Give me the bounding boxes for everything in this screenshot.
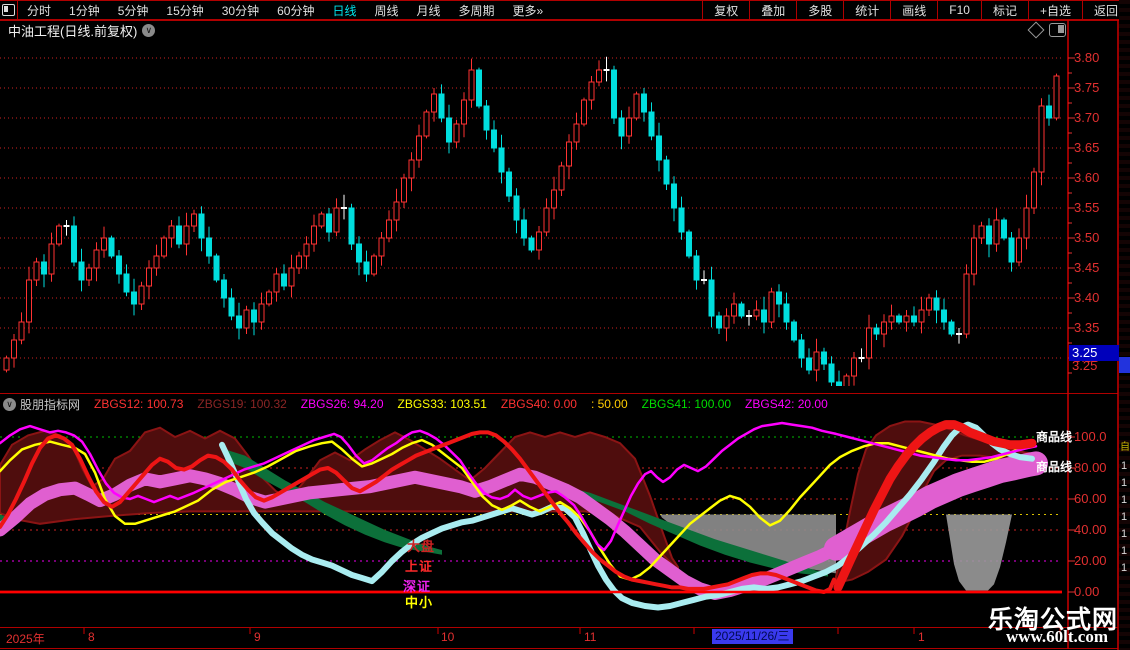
indicator-label-60: 60.00 xyxy=(1074,491,1107,506)
indicator-param-8: ZBGS42: 20.00 xyxy=(745,397,828,411)
indicator-label-80: 80.00 xyxy=(1074,460,1107,475)
period-tab-6[interactable]: 60分钟 xyxy=(268,2,323,19)
price-label-3.35: 3.35 xyxy=(1074,320,1100,335)
strip-digit-1: 1 xyxy=(1121,460,1128,472)
indicator-param-1: ZBGS12: 100.73 xyxy=(94,397,184,411)
window-layout-icon[interactable] xyxy=(0,1,18,19)
strip-digit-5: 1 xyxy=(1121,528,1128,540)
indicator-params: ZBGS12: 100.73 ZBGS19: 100.32 ZBGS26: 94.2… xyxy=(80,397,828,411)
indicator-param-4: ZBGS33: 103.51 xyxy=(397,397,487,411)
indicator-label-100: 100.0 xyxy=(1074,429,1107,444)
date-label-5: 11 xyxy=(584,630,597,644)
index-annotation-1: 大盘 xyxy=(407,539,436,554)
trading-app-window: 分时 1分钟 5分钟 15分钟 30分钟 60分钟 日线 周线 月线 多周期 更多» 复权 叠加 多股统… xyxy=(0,0,1130,650)
strip-digit-7: 1 xyxy=(1121,562,1128,574)
title-right-icons xyxy=(1027,21,1066,39)
toolbar-button-7[interactable]: 标记 xyxy=(980,1,1028,19)
price-label-3.65: 3.65 xyxy=(1074,140,1100,155)
period-tab-11[interactable]: 更多» xyxy=(504,2,553,19)
toolbar-button-1[interactable]: 复权 xyxy=(702,1,749,19)
period-tab-2[interactable]: 1分钟 xyxy=(60,2,109,19)
price-label-3.70: 3.70 xyxy=(1074,110,1100,125)
toolbar-button-8[interactable]: +自选 xyxy=(1027,1,1082,19)
right-side-strip[interactable]: 自 1 1 1 1 1 1 1 xyxy=(1119,0,1130,650)
indicator-param-3: ZBGS26: 94.20 xyxy=(300,397,384,411)
period-tab-1[interactable]: 分时 xyxy=(18,2,60,19)
chart-title-row: 中油工程(日线.前复权) ∨ xyxy=(0,21,1068,39)
period-tab-10[interactable]: 多周期 xyxy=(450,2,504,19)
indicator-param-5: ZBGS40: 0.00 xyxy=(500,397,577,411)
date-label-2: 8 xyxy=(88,630,95,644)
date-label-6: 1 xyxy=(918,630,925,644)
date-label-3: 9 xyxy=(254,630,261,644)
strip-digit-3: 1 xyxy=(1121,494,1128,506)
candlestick-series xyxy=(3,56,1060,386)
toolbar-button-6[interactable]: F10 xyxy=(937,1,981,19)
indicator-param-6: : 50.00 xyxy=(590,397,628,411)
toolbar-button-2[interactable]: 叠加 xyxy=(749,1,796,19)
indicator-label-40: 40.00 xyxy=(1074,522,1107,537)
current-price-badge: 3.25 xyxy=(1069,345,1121,361)
period-tab-7[interactable]: 日线 xyxy=(323,2,365,19)
toolbar-button-3[interactable]: 多股 xyxy=(796,1,843,19)
chevron-down-icon[interactable]: ∨ xyxy=(142,23,156,37)
highlighted-date-label: 2025/11/26/三 xyxy=(712,629,793,644)
toolbar-button-4[interactable]: 统计 xyxy=(843,1,890,19)
series-right-label-1: 商品线 xyxy=(1036,430,1073,444)
period-tab-9[interactable]: 月线 xyxy=(408,2,450,19)
index-annotation-2: 上证 xyxy=(405,559,434,574)
indicator-param-2: ZBGS19: 100.32 xyxy=(197,397,287,411)
period-tab-5[interactable]: 30分钟 xyxy=(213,2,268,19)
index-annotation-4: 中小 xyxy=(405,595,434,610)
price-label-3.60: 3.60 xyxy=(1074,170,1100,185)
strip-highlight-block xyxy=(1119,357,1130,373)
series-right-label-2: 商品线 xyxy=(1036,460,1073,474)
strip-digit-6: 1 xyxy=(1121,545,1128,557)
indicator-header: ∨ 股朋指标网 ZBGS12: 100.73 ZBGS19: 100.32 ZBGS… xyxy=(0,396,1068,412)
strip-digit-4: 1 xyxy=(1121,511,1128,523)
date-label-4: 10 xyxy=(441,630,455,644)
period-tab-4[interactable]: 15分钟 xyxy=(157,2,212,19)
period-toolbar: 分时 1分钟 5分钟 15分钟 30分钟 60分钟 日线 周线 月线 多周期 更多» xyxy=(0,1,552,19)
date-label-1: 2025年 xyxy=(6,632,45,646)
indicator-label-20: 20.00 xyxy=(1074,553,1107,568)
price-label-3.80: 3.80 xyxy=(1074,50,1100,65)
indicator-chevron-icon[interactable]: ∨ xyxy=(3,397,16,411)
period-tab-8[interactable]: 周线 xyxy=(365,2,407,19)
watermark-url: www.60lt.com xyxy=(1006,627,1108,646)
price-label-3.50: 3.50 xyxy=(1074,230,1100,245)
date-axis: 2025年 8 9 10 11 1 2025/11/26/三 xyxy=(0,628,1068,647)
action-toolbar: 复权 叠加 多股 统计 画线 F10 标记 +自选 返回 xyxy=(702,1,1130,19)
indicator-plot xyxy=(0,420,1062,611)
period-tab-3[interactable]: 5分钟 xyxy=(109,2,158,19)
split-pane-icon[interactable] xyxy=(1049,23,1066,37)
top-toolbar: 分时 1分钟 5分钟 15分钟 30分钟 60分钟 日线 周线 月线 多周期 更多» 复权 叠加 多股统… xyxy=(0,0,1130,20)
strip-glyph: 自 xyxy=(1120,442,1130,453)
indicator-param-7: ZBGS41: 100.00 xyxy=(641,397,732,411)
page-title: 中油工程(日线.前复权) xyxy=(8,23,138,39)
price-label-3.55: 3.55 xyxy=(1074,200,1100,215)
toolbar-button-5[interactable]: 画线 xyxy=(890,1,937,19)
price-label-3.40: 3.40 xyxy=(1074,290,1100,305)
indicator-name[interactable]: 股朋指标网 xyxy=(20,396,80,413)
chart-canvas[interactable] xyxy=(0,0,1130,650)
indicator-label-0: 0.00 xyxy=(1074,584,1100,599)
price-label-3.75: 3.75 xyxy=(1074,80,1100,95)
price-label-3.45: 3.45 xyxy=(1074,260,1100,275)
strip-digit-2: 1 xyxy=(1121,477,1128,489)
diamond-icon[interactable] xyxy=(1027,21,1045,39)
